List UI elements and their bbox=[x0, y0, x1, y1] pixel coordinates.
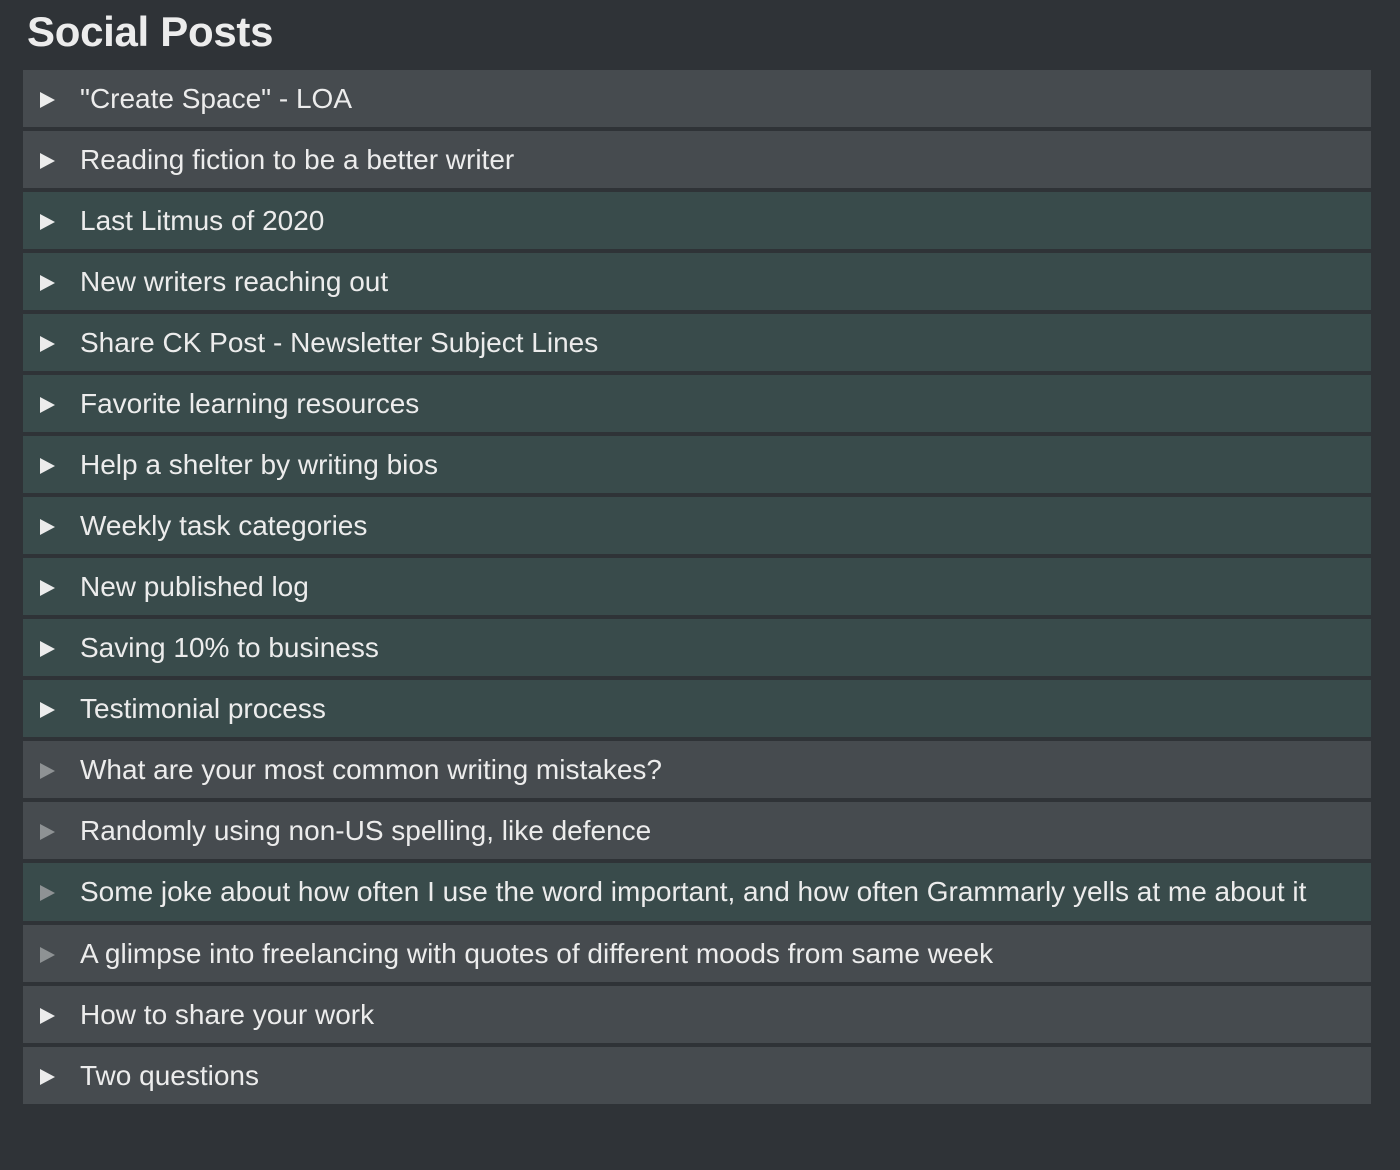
toggle-item-label: Favorite learning resources bbox=[80, 388, 420, 419]
triangle-right-icon[interactable] bbox=[40, 824, 55, 840]
toggle-item[interactable]: Weekly task categories bbox=[23, 497, 1371, 554]
toggle-item-label: Share CK Post - Newsletter Subject Lines bbox=[80, 327, 599, 358]
toggle-item[interactable]: New writers reaching out bbox=[23, 253, 1371, 310]
toggle-item[interactable]: Two questions bbox=[23, 1047, 1371, 1104]
triangle-right-icon[interactable] bbox=[40, 153, 55, 169]
toggle-item[interactable]: Favorite learning resources bbox=[23, 375, 1371, 432]
toggle-item[interactable]: How to share your work bbox=[23, 986, 1371, 1043]
page-title: Social Posts bbox=[27, 8, 274, 55]
triangle-right-icon[interactable] bbox=[40, 214, 55, 230]
toggle-item[interactable]: "Create Space" - LOA bbox=[23, 70, 1371, 127]
triangle-right-icon[interactable] bbox=[40, 397, 55, 413]
toggle-item-label: Testimonial process bbox=[80, 693, 326, 724]
triangle-right-icon[interactable] bbox=[40, 947, 55, 963]
toggle-item[interactable]: New published log bbox=[23, 558, 1371, 615]
triangle-right-icon[interactable] bbox=[40, 275, 55, 291]
triangle-right-icon[interactable] bbox=[40, 92, 55, 108]
triangle-right-icon[interactable] bbox=[40, 1008, 55, 1024]
toggle-item-label: Two questions bbox=[80, 1060, 259, 1091]
toggle-item[interactable]: Some joke about how often I use the word… bbox=[23, 863, 1371, 921]
triangle-right-icon[interactable] bbox=[40, 885, 55, 901]
toggle-item-label: A glimpse into freelancing with quotes o… bbox=[80, 938, 994, 969]
toggle-item-label: Last Litmus of 2020 bbox=[80, 205, 325, 236]
toggle-item-label: Reading fiction to be a better writer bbox=[80, 144, 515, 175]
triangle-right-icon[interactable] bbox=[40, 336, 55, 352]
toggle-item[interactable]: Help a shelter by writing bios bbox=[23, 436, 1371, 493]
toggle-item[interactable]: Last Litmus of 2020 bbox=[23, 192, 1371, 249]
triangle-right-icon[interactable] bbox=[40, 763, 55, 779]
triangle-right-icon[interactable] bbox=[40, 702, 55, 718]
toggle-item[interactable]: Reading fiction to be a better writer bbox=[23, 131, 1371, 188]
triangle-right-icon[interactable] bbox=[40, 519, 55, 535]
triangle-right-icon[interactable] bbox=[40, 1069, 55, 1085]
social-posts-toggle-list: "Create Space" - LOA Reading fiction to … bbox=[23, 70, 1371, 1108]
toggle-item-label: Saving 10% to business bbox=[80, 632, 379, 663]
toggle-item-label: How to share your work bbox=[80, 999, 375, 1030]
triangle-right-icon[interactable] bbox=[40, 641, 55, 657]
triangle-right-icon[interactable] bbox=[40, 458, 55, 474]
triangle-right-icon[interactable] bbox=[40, 580, 55, 596]
toggle-item[interactable]: What are your most common writing mistak… bbox=[23, 741, 1371, 798]
toggle-item-label: What are your most common writing mistak… bbox=[80, 754, 662, 785]
toggle-item[interactable]: Share CK Post - Newsletter Subject Lines bbox=[23, 314, 1371, 371]
toggle-item-label: Help a shelter by writing bios bbox=[80, 449, 438, 480]
toggle-item[interactable]: Randomly using non-US spelling, like def… bbox=[23, 802, 1371, 859]
toggle-item-label: Some joke about how often I use the word… bbox=[80, 876, 1307, 907]
toggle-item-label: Weekly task categories bbox=[80, 510, 368, 541]
toggle-item-label: New published log bbox=[80, 571, 309, 602]
toggle-item-label: Randomly using non-US spelling, like def… bbox=[80, 815, 652, 846]
toggle-item[interactable]: Saving 10% to business bbox=[23, 619, 1371, 676]
toggle-item[interactable]: Testimonial process bbox=[23, 680, 1371, 737]
toggle-item[interactable]: A glimpse into freelancing with quotes o… bbox=[23, 925, 1371, 982]
toggle-item-label: "Create Space" - LOA bbox=[80, 83, 353, 114]
toggle-item-label: New writers reaching out bbox=[80, 266, 389, 297]
